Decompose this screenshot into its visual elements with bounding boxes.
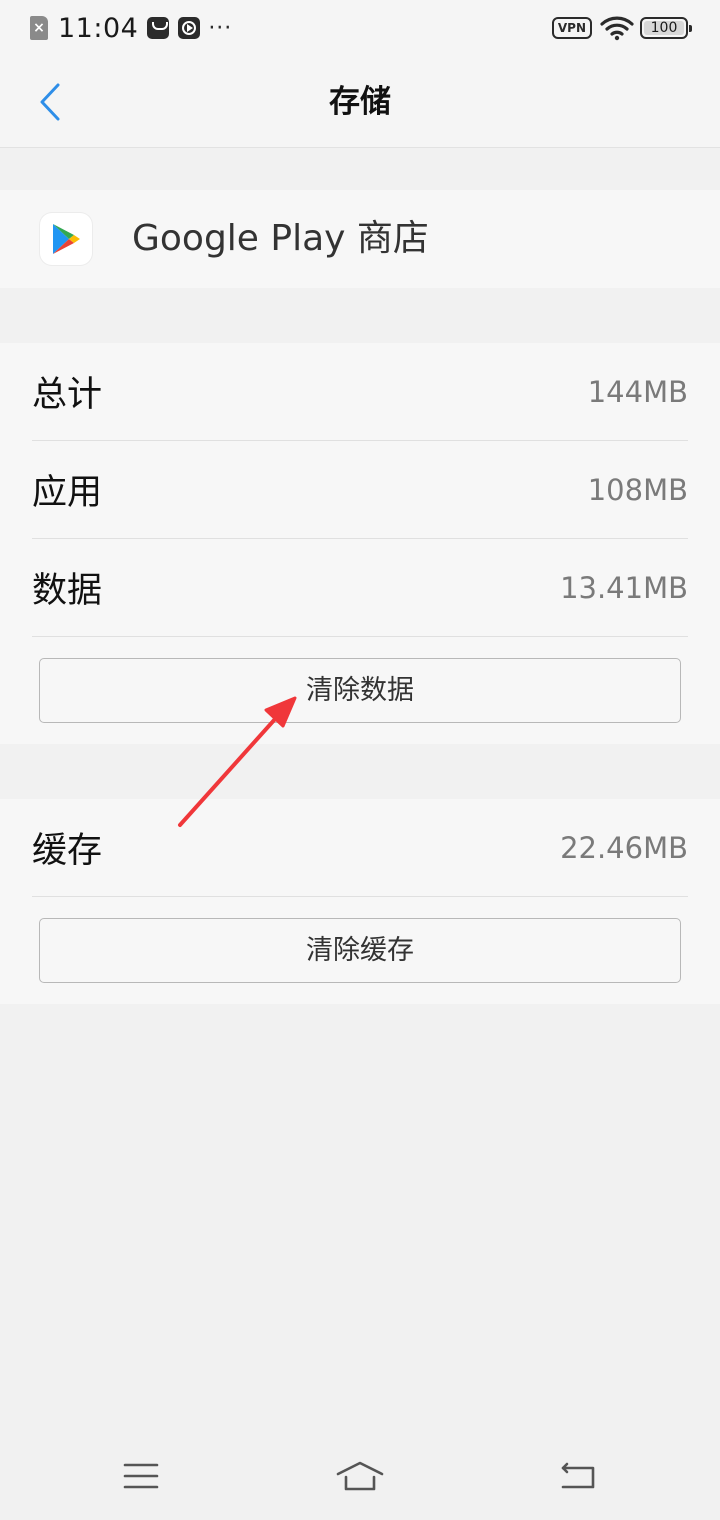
storage-row-app: 应用 108MB xyxy=(32,441,688,539)
row-value: 22.46MB xyxy=(560,830,688,865)
storage-screen: × 11:04 ··· VPN 100 存储 Google Play 商店 总计… xyxy=(0,0,720,1520)
nav-menu-button[interactable] xyxy=(106,1446,176,1506)
page-title: 存储 xyxy=(329,84,391,120)
home-icon xyxy=(336,1461,384,1491)
nav-home-button[interactable] xyxy=(325,1446,395,1506)
status-bar-right: VPN 100 xyxy=(551,14,692,42)
nav-back-button[interactable] xyxy=(544,1446,614,1506)
battery-level: 100 xyxy=(650,20,678,36)
cache-row: 缓存 22.46MB xyxy=(32,799,688,897)
wifi-icon xyxy=(600,16,634,41)
no-sim-icon: × xyxy=(30,16,48,40)
more-notifications-icon: ··· xyxy=(208,15,233,41)
chevron-left-icon xyxy=(40,83,60,121)
clear-cache-button[interactable]: 清除缓存 xyxy=(39,918,681,983)
row-value: 108MB xyxy=(587,472,688,507)
row-value: 144MB xyxy=(587,374,688,409)
menu-icon xyxy=(123,1463,159,1489)
status-bar-left: × 11:04 ··· xyxy=(30,12,232,44)
row-value: 13.41MB xyxy=(560,570,688,605)
back-icon xyxy=(561,1462,595,1489)
app-header: 存储 xyxy=(0,56,720,148)
row-label: 缓存 xyxy=(32,831,103,871)
status-time: 11:04 xyxy=(58,12,139,44)
shopping-bag-icon xyxy=(147,17,170,39)
google-play-icon xyxy=(40,213,92,265)
battery-icon: 100 xyxy=(640,17,692,39)
storage-row-data: 数据 13.41MB xyxy=(32,539,688,637)
vpn-icon: VPN xyxy=(551,17,592,39)
row-label: 应用 xyxy=(32,473,103,513)
media-play-icon xyxy=(178,17,201,39)
row-label: 数据 xyxy=(32,571,103,611)
storage-row-total: 总计 144MB xyxy=(32,343,688,441)
navigation-bar xyxy=(0,1430,720,1520)
app-name: Google Play 商店 xyxy=(132,218,429,259)
row-label: 总计 xyxy=(32,375,103,415)
back-button[interactable] xyxy=(24,74,76,130)
clear-data-button[interactable]: 清除数据 xyxy=(39,658,681,723)
status-bar: × 11:04 ··· VPN 100 xyxy=(0,0,720,56)
app-info-card: Google Play 商店 xyxy=(0,190,720,288)
cache-card: 缓存 22.46MB 清除缓存 xyxy=(0,799,720,1004)
storage-card: 总计 144MB 应用 108MB 数据 13.41MB 清除数据 xyxy=(0,343,720,744)
